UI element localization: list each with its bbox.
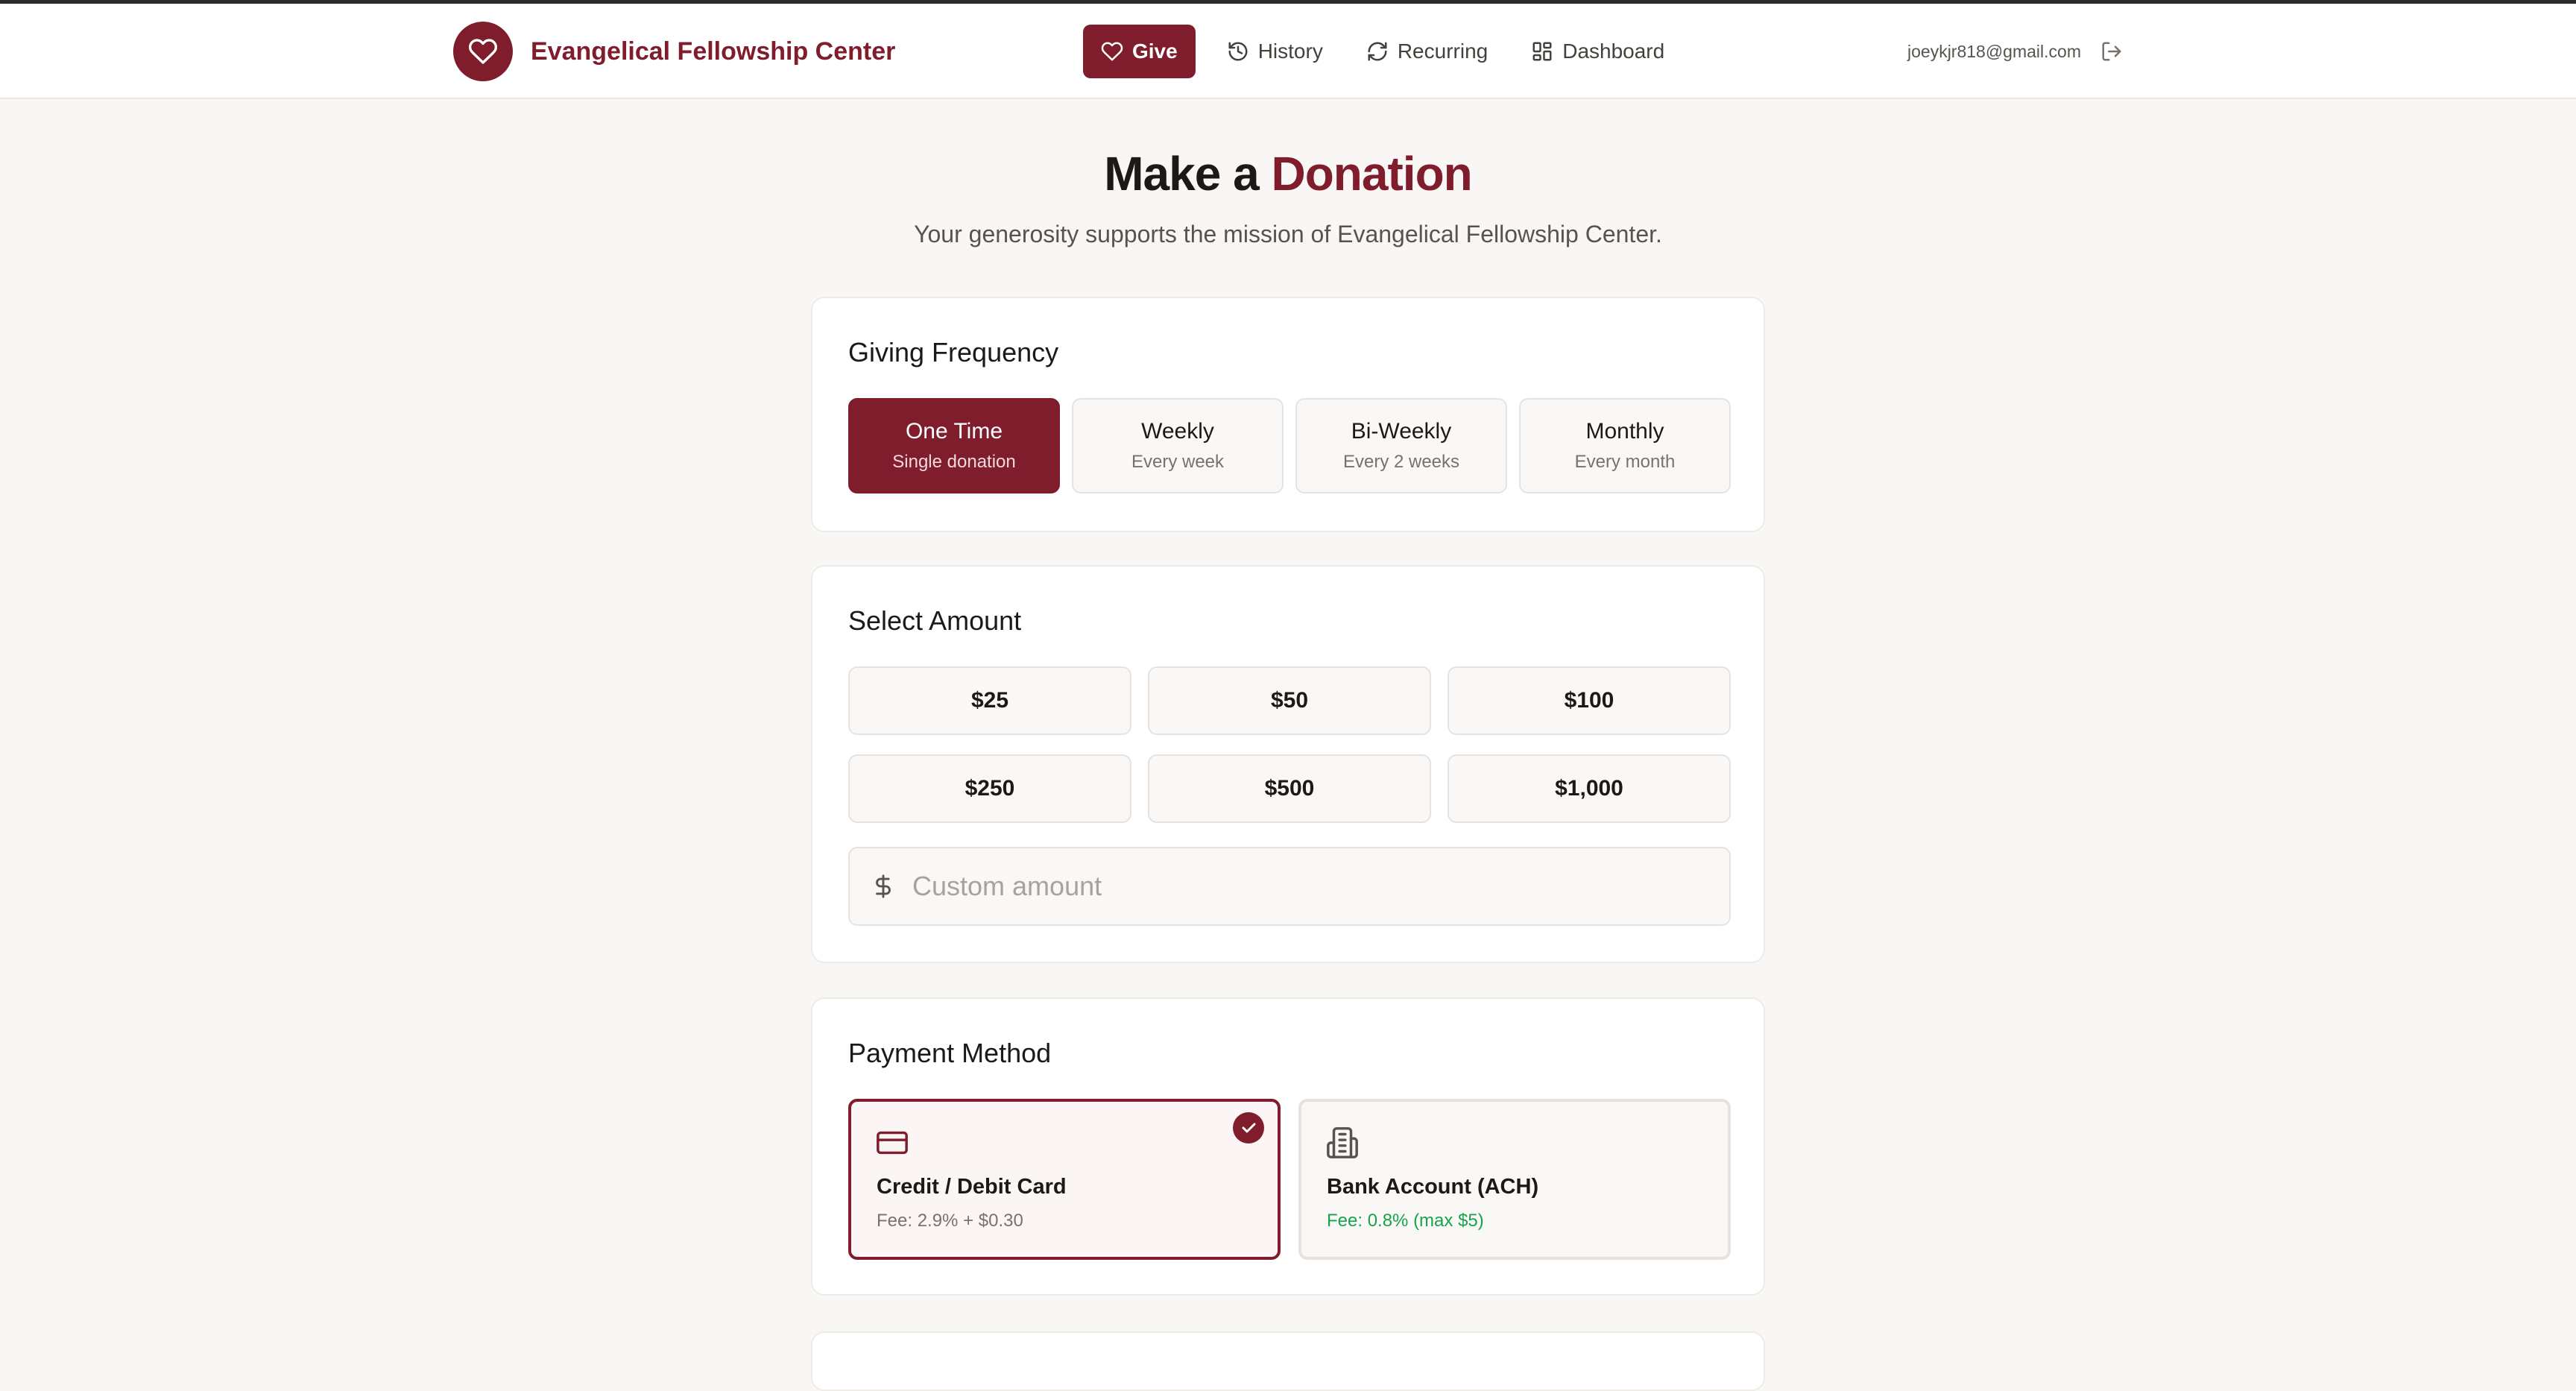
frequency-weekly[interactable]: Weekly Every week xyxy=(1072,398,1284,493)
page-subtitle: Your generosity supports the mission of … xyxy=(914,221,1662,247)
frequency-sub: Every month xyxy=(1574,452,1676,472)
frequency-label: Bi-Weekly xyxy=(1351,419,1452,444)
frequency-sub: Single donation xyxy=(892,452,1016,472)
history-icon xyxy=(1228,42,1248,61)
brand-name: Evangelical Fellowship Center xyxy=(531,37,896,66)
frequency-options: One Time Single donation Weekly Every we… xyxy=(848,398,1731,493)
giving-frequency-title: Giving Frequency xyxy=(848,337,1059,368)
payment-fee: Fee: 0.8% (max $5) xyxy=(1327,1211,1484,1231)
next-section-card xyxy=(811,1331,1765,1391)
frequency-label: Monthly xyxy=(1585,419,1664,444)
main-nav: Give History Recurring Dashboard xyxy=(1083,25,1690,78)
nav-recurring-label: Recurring xyxy=(1397,40,1489,63)
amount-50-button[interactable]: $50 xyxy=(1148,666,1431,735)
amount-100-button[interactable]: $100 xyxy=(1448,666,1731,735)
amount-options: $25 $50 $100 $250 $500 $1,000 xyxy=(848,666,1731,823)
user-email: joeykjr818@gmail.com xyxy=(1907,41,2081,61)
frequency-monthly[interactable]: Monthly Every month xyxy=(1519,398,1731,493)
refresh-icon xyxy=(1368,42,1387,61)
nav-give-label: Give xyxy=(1132,40,1178,63)
select-amount-card: Select Amount $25 $50 $100 $250 $500 $1,… xyxy=(811,565,1765,963)
frequency-label: One Time xyxy=(905,419,1003,444)
payment-method-card: Payment Method Credit / Debit Card Fee: … xyxy=(811,997,1765,1296)
nav-dashboard[interactable]: Dashboard xyxy=(1513,25,1682,78)
custom-amount-input[interactable] xyxy=(912,871,1717,902)
frequency-bi-weekly[interactable]: Bi-Weekly Every 2 weeks xyxy=(1295,398,1507,493)
amount-250-button[interactable]: $250 xyxy=(848,754,1131,823)
nav-history-label: History xyxy=(1257,40,1323,63)
page-title: Make a Donation xyxy=(0,146,2576,201)
payment-method-title: Payment Method xyxy=(848,1038,1052,1068)
frequency-sub: Every 2 weeks xyxy=(1342,452,1460,472)
heart-icon xyxy=(468,39,498,64)
top-navbar: Evangelical Fellowship Center Give Histo… xyxy=(0,4,2576,99)
page-title-prefix: Make a xyxy=(1104,147,1259,201)
bank-icon xyxy=(1325,1126,1360,1164)
payment-label: Bank Account (ACH) xyxy=(1327,1175,1539,1199)
dollar-icon xyxy=(871,871,896,901)
amount-1000-button[interactable]: $1,000 xyxy=(1448,754,1731,823)
payment-fee: Fee: 2.9% + $0.30 xyxy=(877,1211,1023,1231)
payment-options: Credit / Debit Card Fee: 2.9% + $0.30 Ba… xyxy=(848,1099,1731,1260)
nav-history[interactable]: History xyxy=(1209,25,1341,78)
page-title-accent: Donation xyxy=(1271,147,1472,201)
nav-give[interactable]: Give xyxy=(1083,25,1196,78)
nav-recurring[interactable]: Recurring xyxy=(1348,25,1506,78)
user-area: joeykjr818@gmail.com xyxy=(1907,37,2123,66)
nav-dashboard-label: Dashboard xyxy=(1562,40,1665,63)
check-icon xyxy=(1233,1112,1264,1144)
giving-frequency-card: Giving Frequency One Time Single donatio… xyxy=(811,297,1765,532)
select-amount-title: Select Amount xyxy=(848,605,1022,636)
payment-card-option[interactable]: Credit / Debit Card Fee: 2.9% + $0.30 xyxy=(848,1099,1281,1260)
logout-icon[interactable] xyxy=(2100,40,2123,63)
heart-icon xyxy=(1101,42,1123,61)
page-heading: Make a Donation Your generosity supports… xyxy=(0,146,2576,248)
frequency-label: Weekly xyxy=(1141,419,1214,444)
frequency-sub: Every week xyxy=(1131,452,1225,472)
payment-label: Credit / Debit Card xyxy=(877,1175,1067,1199)
custom-amount-field[interactable] xyxy=(848,847,1731,926)
frequency-one-time[interactable]: One Time Single donation xyxy=(848,398,1060,493)
brand-logo xyxy=(453,22,513,81)
credit-card-icon xyxy=(875,1126,909,1164)
amount-25-button[interactable]: $25 xyxy=(848,666,1131,735)
payment-ach-option[interactable]: Bank Account (ACH) Fee: 0.8% (max $5) xyxy=(1298,1099,1731,1260)
amount-500-button[interactable]: $500 xyxy=(1148,754,1431,823)
brand[interactable]: Evangelical Fellowship Center xyxy=(453,22,895,81)
grid-icon xyxy=(1532,42,1552,61)
